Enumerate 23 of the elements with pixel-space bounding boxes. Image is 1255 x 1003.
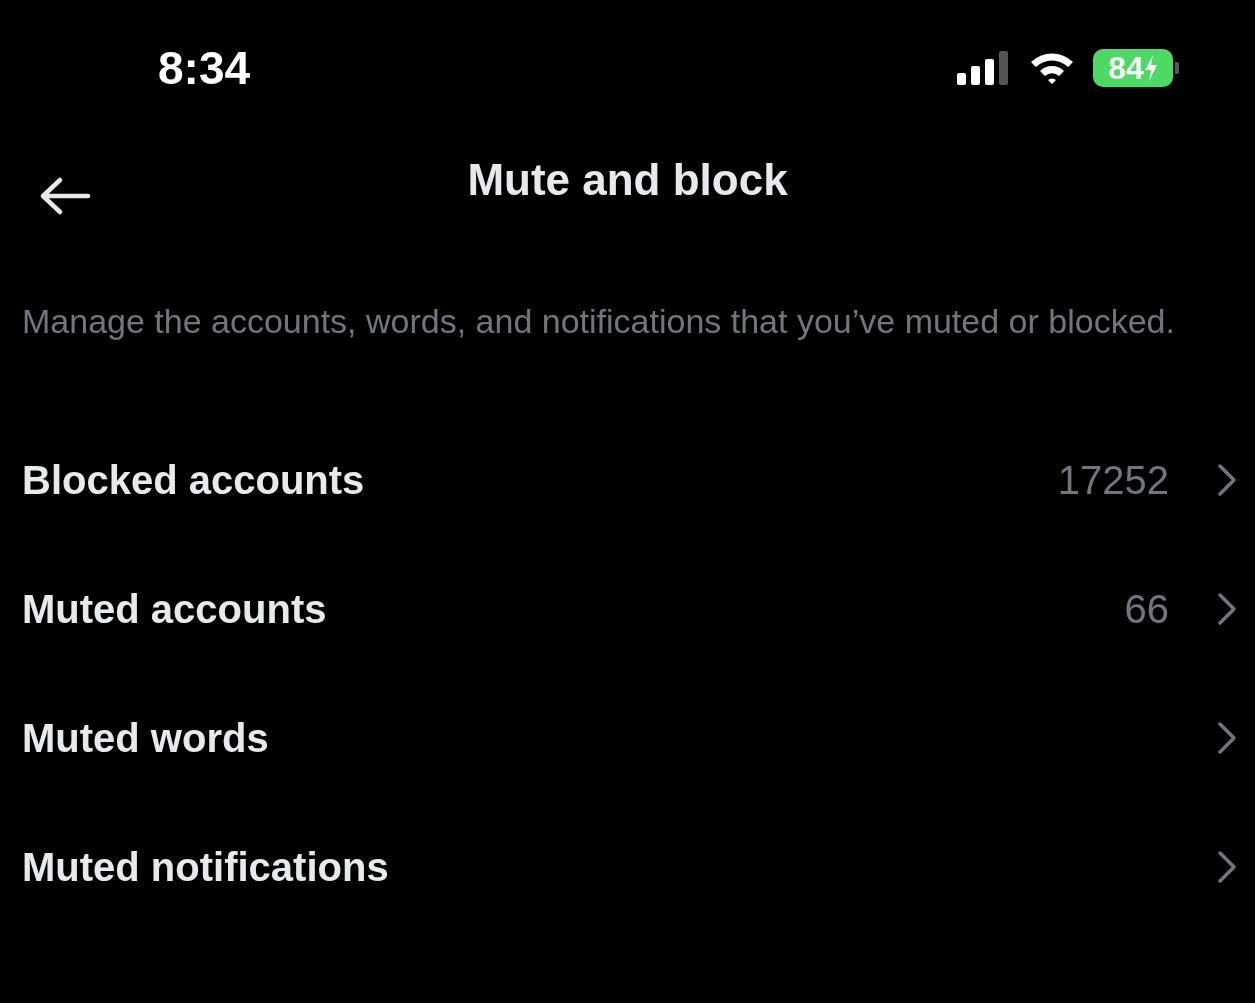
row-label: Muted words xyxy=(22,714,269,762)
row-label: Muted accounts xyxy=(22,585,327,633)
settings-row[interactable]: Muted words xyxy=(0,673,1255,802)
row-count: 66 xyxy=(1124,585,1169,633)
description-text: Manage the accounts, words, and notifications that you’ve muted or blocked. xyxy=(21,301,1176,342)
row-label: Muted notifications xyxy=(22,843,389,891)
chevron-right-icon xyxy=(1217,462,1237,497)
status-time: 8:34 xyxy=(158,40,251,96)
signal-icon xyxy=(957,51,1011,85)
back-arrow-icon xyxy=(38,176,92,216)
back-button[interactable] xyxy=(38,176,92,216)
settings-row[interactable]: Muted notifications xyxy=(0,802,1255,931)
battery-percent: 84 xyxy=(1108,52,1144,84)
row-label: Blocked accounts xyxy=(22,456,365,504)
charging-bolt-icon xyxy=(1143,55,1158,81)
settings-row[interactable]: Blocked accounts 17252 xyxy=(0,415,1255,544)
chevron-right-icon xyxy=(1217,849,1237,884)
settings-row[interactable]: Muted accounts 66 xyxy=(0,544,1255,673)
chevron-right-icon xyxy=(1217,720,1237,755)
wifi-icon xyxy=(1029,51,1075,85)
page-title: Mute and block xyxy=(467,154,788,206)
row-count: 17252 xyxy=(1057,456,1169,504)
chevron-right-icon xyxy=(1217,591,1237,626)
